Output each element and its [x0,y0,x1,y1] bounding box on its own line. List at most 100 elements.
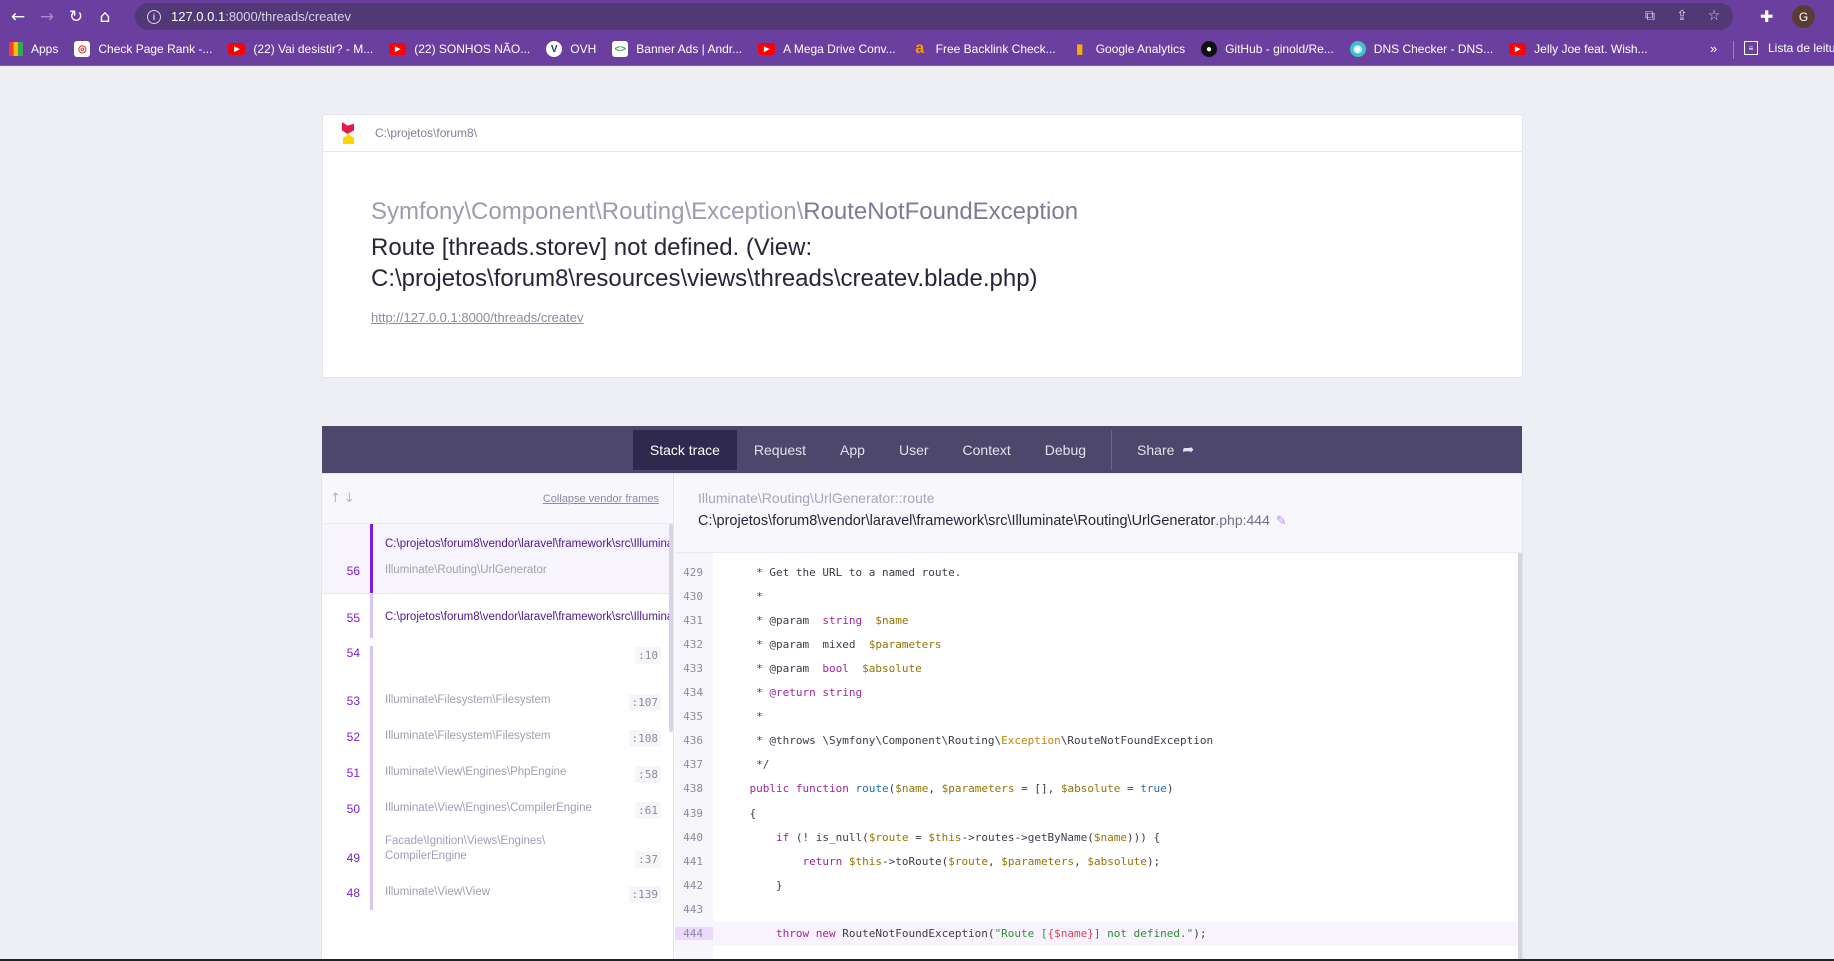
tab-bar: Stack trace Request App User Context Debug Sha… [322,426,1522,474]
stack-frame[interactable]: 50 Illuminate\View\Engines\CompilerEngine… [322,790,673,826]
code-line-source: * [723,589,763,603]
code-line-number[interactable]: 444 [675,927,713,940]
frame-file: C:\projetos\forum8\vendor\laravel\framew… [385,538,673,550]
bookmark-item[interactable]: ▶ (22) SONHOS NÃO... [389,42,530,56]
bookmark-label: DNS Checker - DNS... [1373,42,1494,56]
frame-file: C:\projetos\forum8\vendor\laravel\framew… [385,611,673,623]
tab-divider [1111,430,1113,470]
code-line-number[interactable]: 432 [675,638,713,651]
code-line: 437 */ [675,753,1519,777]
stack-frame[interactable]: 49 Facade\Ignition\Views\Engines\ Compiler… [322,826,673,874]
card-header: C:\projetos\forum8\ [323,115,1522,152]
bookmarks-overflow-button[interactable]: » [1710,41,1717,56]
reading-list-label: Lista de leitu [1768,41,1834,55]
share-button[interactable]: Share ➦ [1120,430,1211,470]
frame-class: Illuminate\View\Engines\CompilerEngine [385,802,592,814]
code-line: 441 return $this->toRoute($route, $param… [675,849,1519,873]
stack-frame[interactable]: 55 C:\projetos\forum8\vendor\laravel\fram… [322,594,673,646]
github-icon: ● [1201,41,1218,57]
site-info-icon[interactable]: i [147,9,161,24]
frame-file-path: C:\projetos\forum8\vendor\laravel\framew… [698,512,1287,529]
target-icon: ◎ [74,41,91,57]
apps-grid-icon [9,42,23,56]
code-line-source: * [723,710,763,724]
stack-frame[interactable]: 52 Illuminate\Filesystem\Filesystem:108 [322,718,673,754]
code-line-source: if (! is_null($route = $this->routes->ge… [775,830,1161,844]
tab-request[interactable]: Request [737,430,823,470]
bookmark-item[interactable]: ◎ Check Page Rank -... [74,41,212,57]
bookmark-item[interactable]: ▶ (22) Vai desistir? - M... [228,42,373,56]
url-text[interactable]: 127.0.0.1:8000/threads/createv [171,9,351,24]
code-line-source: } [723,878,783,892]
dns-pin-icon: ◉ [1349,41,1366,57]
reload-button[interactable]: ↻ [65,6,87,28]
bookmark-star-icon[interactable]: ☆ [1705,7,1723,25]
code-line-number[interactable]: 430 [675,590,713,603]
frame-line-number: :10 [635,647,661,664]
code-line-source: * @param bool $absolute [723,661,922,675]
code-line-source: { [723,806,757,820]
stack-frame[interactable]: 54 :10 [322,646,673,682]
code-line-source: * @return string [723,686,863,699]
bookmark-item[interactable]: <> Banner Ads | Andr... [612,41,742,57]
stack-frame[interactable]: 53 Illuminate\Filesystem\Filesystem:107 [322,682,673,718]
share-arrow-icon: ➦ [1182,442,1195,458]
code-line-number[interactable]: 433 [675,662,713,675]
tab-debug[interactable]: Debug [1028,430,1103,470]
bookmark-item[interactable]: ● GitHub - ginold/Re... [1201,41,1334,57]
frame-body: Illuminate\View\Engines\CompilerEngine:6… [373,790,673,826]
stack-frame[interactable]: 48 Illuminate\View\View:139 [322,874,673,910]
code-line: 434 * @return string [675,681,1519,705]
bookmark-item[interactable]: a Free Backlink Check... [912,40,1056,57]
code-line-number[interactable]: 441 [675,855,713,868]
code-line-number[interactable]: 440 [675,831,713,844]
frame-nav-arrows-icon[interactable]: ↑↓ [330,491,358,506]
code-line-source: return $this->toRoute($route, $parameter… [802,854,1161,868]
frame-body: Illuminate\Filesystem\Filesystem:108 [373,718,673,754]
forward-button[interactable]: → [36,6,58,28]
frame-number: 50 [346,802,360,816]
stack-frame[interactable]: 56 C:\projetos\forum8\vendor\laravel\fram… [322,524,673,594]
code-line-number[interactable]: 429 [675,566,713,579]
code-line-number[interactable]: 443 [675,903,713,916]
code-line-number[interactable]: 442 [675,879,713,892]
tab-stack-trace[interactable]: Stack trace [632,430,737,470]
bookmark-item[interactable]: ▶ A Mega Drive Conv... [758,42,896,56]
bookmark-item[interactable]: V OVH [546,41,596,57]
ovh-icon: V [546,41,563,57]
code-line-number[interactable]: 438 [675,782,713,795]
code-scrollbar[interactable] [1518,553,1522,961]
stack-frame[interactable]: 51 Illuminate\View\Engines\PhpEngine:58 [322,754,673,790]
sidebar-scrollbar[interactable] [669,524,673,732]
code-line: 442 } [675,873,1519,897]
code-line-number[interactable]: 431 [675,614,713,627]
bookmark-item[interactable]: ◉ DNS Checker - DNS... [1349,41,1494,57]
code-line-number[interactable]: 437 [675,758,713,771]
code-line-number[interactable]: 436 [675,734,713,747]
tab-app[interactable]: App [823,430,882,470]
tab-context[interactable]: Context [946,430,1028,470]
bookmarks-divider [1733,41,1734,59]
share-page-icon[interactable]: ⇪ [1673,7,1691,25]
address-bar[interactable]: i 127.0.0.1:8000/threads/createv ⧉ ⇪ ☆ [135,3,1733,30]
frame-body: Illuminate\View\Engines\PhpEngine:58 [373,754,673,790]
translate-icon[interactable]: ⧉ [1641,7,1659,25]
reading-list-button[interactable]: ≡ Lista de leitu [1744,41,1834,55]
home-button[interactable]: ⌂ [94,6,116,28]
back-button[interactable]: ← [7,6,29,28]
code-line-number[interactable]: 434 [675,686,713,699]
edit-pencil-icon[interactable]: ✎ [1276,514,1287,529]
code-line-number[interactable]: 435 [675,710,713,723]
extensions-puzzle-icon[interactable]: ✚ [1760,7,1773,26]
request-url-link[interactable]: http://127.0.0.1:8000/threads/createv [371,310,583,325]
code-line-number[interactable]: 439 [675,807,713,820]
frame-number: 54 [346,646,360,660]
bookmark-item[interactable]: Apps [9,42,58,56]
profile-avatar[interactable]: G [1792,5,1815,28]
amazon-icon: a [915,40,925,57]
bookmark-item[interactable]: ▶ Jelly Joe feat. Wish... [1509,42,1648,56]
bookmark-item[interactable]: ▮ Google Analytics [1072,41,1185,57]
code-line-source: * @param string $name [723,613,909,627]
collapse-vendor-frames-link[interactable]: Collapse vendor frames [543,493,659,505]
tab-user[interactable]: User [882,430,946,470]
